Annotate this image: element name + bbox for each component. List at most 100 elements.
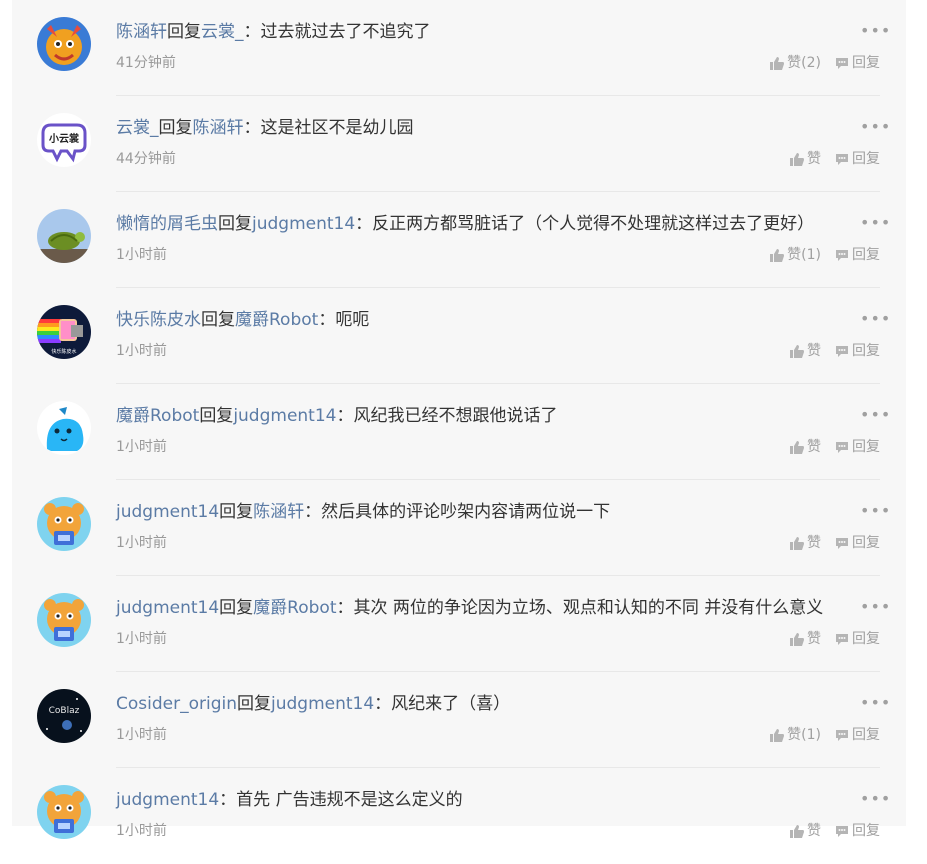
more-dots-icon[interactable]: ••• — [860, 405, 891, 425]
avatar-label: 小云裳 — [48, 132, 80, 145]
reply-button[interactable]: 回复 — [835, 341, 880, 361]
comment-text-line: judgment14：首先 广告违规不是这么定义的 — [116, 788, 463, 812]
chat-bubble-icon — [836, 345, 848, 357]
like-count: 赞 — [807, 631, 821, 647]
comment-item: CoBlaz Cosider_origin回复judgment14：风纪来了（喜… — [12, 672, 906, 768]
reply-target-link[interactable]: 陈涵轩 — [253, 502, 304, 522]
reply-target-link[interactable]: judgment14 — [233, 406, 336, 426]
avatar[interactable]: 小云裳 — [37, 113, 91, 167]
username-link[interactable]: Cosider_origin — [116, 694, 237, 714]
comment-content: 然后具体的评论吵架内容请两位说一下 — [321, 502, 611, 522]
reply-button[interactable]: 回复 — [835, 53, 880, 73]
reply-target-link[interactable]: 魔爵Robot — [253, 598, 336, 618]
reply-target-link[interactable]: judgment14 — [271, 694, 374, 714]
username-link[interactable]: 懒惰的屑毛虫 — [116, 214, 218, 234]
comment-time: 41分钟前 — [116, 55, 176, 71]
reply-target-link[interactable]: 陈涵轩 — [193, 118, 244, 138]
reply-button[interactable]: 回复 — [835, 821, 880, 841]
comment-text-line: 陈涵轩回复云裳_：过去就过去了不追究了 — [116, 20, 431, 44]
username-link[interactable]: 陈涵轩 — [116, 22, 167, 42]
avatar[interactable]: CoBlaz — [37, 689, 91, 743]
avatar-label: CoBlaz — [49, 706, 80, 716]
like-button[interactable]: 赞 — [790, 437, 821, 457]
like-button[interactable]: 赞 — [790, 341, 821, 361]
more-dots-icon[interactable]: ••• — [860, 501, 891, 521]
like-count: 赞(1) — [787, 727, 821, 743]
more-dots-icon[interactable]: ••• — [860, 597, 891, 617]
reply-button[interactable]: 回复 — [835, 629, 880, 649]
avatar[interactable] — [37, 17, 91, 71]
like-button[interactable]: 赞(1) — [770, 725, 821, 745]
comment-item: judgment14回复陈涵轩：然后具体的评论吵架内容请两位说一下 1小时前 •… — [12, 480, 906, 576]
chat-bubble-icon — [836, 249, 848, 261]
reply-word: 回复 — [167, 22, 201, 42]
reply-label: 回复 — [852, 151, 880, 167]
comment-time: 1小时前 — [116, 439, 167, 455]
username-link[interactable]: judgment14 — [116, 790, 219, 810]
avatar[interactable] — [37, 401, 91, 455]
avatar[interactable] — [37, 593, 91, 647]
comment-content: 风纪来了（喜） — [391, 694, 511, 714]
more-dots-icon[interactable]: ••• — [860, 693, 891, 713]
comment-actions: 赞(2) 回复 — [770, 53, 880, 73]
comment-item: judgment14回复魔爵Robot：其次 两位的争论因为立场、观点和认知的不… — [12, 576, 906, 672]
more-dots-icon[interactable]: ••• — [860, 309, 891, 329]
comment-item: 懒惰的屑毛虫回复judgment14：反正两方都骂脏话了（个人觉得不处理就这样过… — [12, 192, 906, 288]
comment-actions: 赞 回复 — [790, 149, 880, 169]
reply-target-link[interactable]: judgment14 — [252, 214, 355, 234]
like-count: 赞 — [807, 439, 821, 455]
chat-bubble-icon — [836, 153, 848, 165]
reply-button[interactable]: 回复 — [835, 437, 880, 457]
thumbs-up-icon — [790, 344, 804, 358]
reply-button[interactable]: 回复 — [835, 245, 880, 265]
separator: ： — [336, 598, 354, 618]
reply-word: 回复 — [237, 694, 271, 714]
comment-text-line: judgment14回复陈涵轩：然后具体的评论吵架内容请两位说一下 — [116, 500, 610, 524]
reply-target-link[interactable]: 魔爵Robot — [235, 310, 318, 330]
separator: ： — [219, 790, 237, 810]
reply-label: 回复 — [852, 823, 880, 839]
reply-word: 回复 — [201, 310, 235, 330]
comment-item: 陈涵轩回复云裳_：过去就过去了不追究了 41分钟前 ••• 赞(2) 回复 — [12, 0, 906, 96]
username-link[interactable]: 云裳_ — [116, 118, 159, 138]
reply-button[interactable]: 回复 — [835, 533, 880, 553]
more-dots-icon[interactable]: ••• — [860, 21, 891, 41]
username-link[interactable]: judgment14 — [116, 598, 219, 618]
chat-bubble-icon — [836, 57, 848, 69]
comment-time: 1小时前 — [116, 727, 167, 743]
more-dots-icon[interactable]: ••• — [860, 117, 891, 137]
like-count: 赞 — [807, 535, 821, 551]
comment-actions: 赞(1) 回复 — [770, 245, 880, 265]
like-button[interactable]: 赞 — [790, 821, 821, 841]
more-dots-icon[interactable]: ••• — [860, 789, 891, 809]
thumbs-up-icon — [770, 248, 785, 262]
comment-content: 过去就过去了不追究了 — [260, 22, 431, 42]
separator: ： — [304, 502, 322, 522]
avatar[interactable] — [37, 785, 91, 839]
avatar[interactable] — [37, 497, 91, 551]
username-link[interactable]: 快乐陈皮水 — [116, 310, 201, 330]
more-dots-icon[interactable]: ••• — [860, 213, 891, 233]
reply-button[interactable]: 回复 — [835, 725, 880, 745]
comment-item: 快乐陈皮水 快乐陈皮水回复魔爵Robot：呃呃 1小时前 ••• 赞 回复 — [12, 288, 906, 384]
reply-word: 回复 — [219, 598, 254, 618]
reply-target-link[interactable]: 云裳_ — [201, 22, 244, 42]
avatar[interactable]: 快乐陈皮水 — [37, 305, 91, 359]
like-button[interactable]: 赞(1) — [770, 245, 821, 265]
like-button[interactable]: 赞 — [790, 149, 821, 169]
comment-text-line: 懒惰的屑毛虫回复judgment14：反正两方都骂脏话了（个人觉得不处理就这样过… — [116, 212, 814, 236]
like-button[interactable]: 赞(2) — [770, 53, 821, 73]
username-link[interactable]: 魔爵Robot — [116, 406, 199, 426]
comment-item: judgment14：首先 广告违规不是这么定义的 1小时前 ••• 赞 回复 — [12, 768, 906, 864]
thumbs-up-icon — [790, 824, 804, 838]
avatar[interactable] — [37, 209, 91, 263]
username-link[interactable]: judgment14 — [116, 502, 219, 522]
separator: ： — [374, 694, 392, 714]
comment-content: 反正两方都骂脏话了（个人觉得不处理就这样过去了更好） — [372, 214, 815, 234]
like-button[interactable]: 赞 — [790, 533, 821, 553]
thumbs-up-icon — [790, 152, 804, 166]
comment-text-line: 云裳_回复陈涵轩：这是社区不是幼儿园 — [116, 116, 414, 140]
reply-button[interactable]: 回复 — [835, 149, 880, 169]
like-button[interactable]: 赞 — [790, 629, 821, 649]
reply-word: 回复 — [219, 502, 254, 522]
